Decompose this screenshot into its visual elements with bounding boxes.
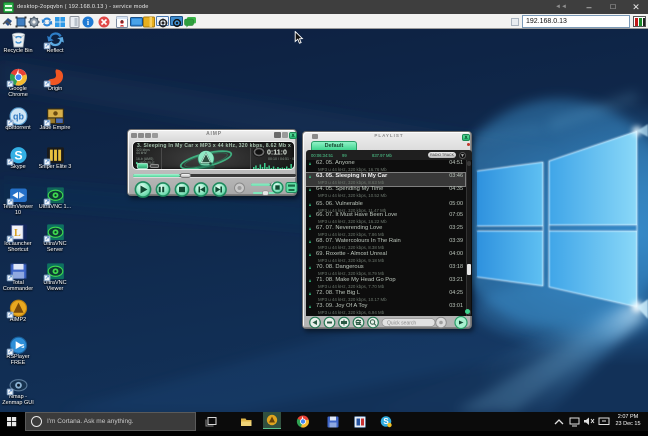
svg-text:00:10 / 04:51 · 00: 00:10 / 04:51 · 00 <box>268 157 295 161</box>
svg-text:qb: qb <box>13 112 24 122</box>
svg-text:L: L <box>14 228 21 239</box>
svg-text:Quick search: Quick search <box>387 321 416 327</box>
svg-text:5: 5 <box>21 344 24 350</box>
svg-text:0:11:0: 0:11:0 <box>267 149 287 156</box>
svg-text:S: S <box>14 149 22 163</box>
